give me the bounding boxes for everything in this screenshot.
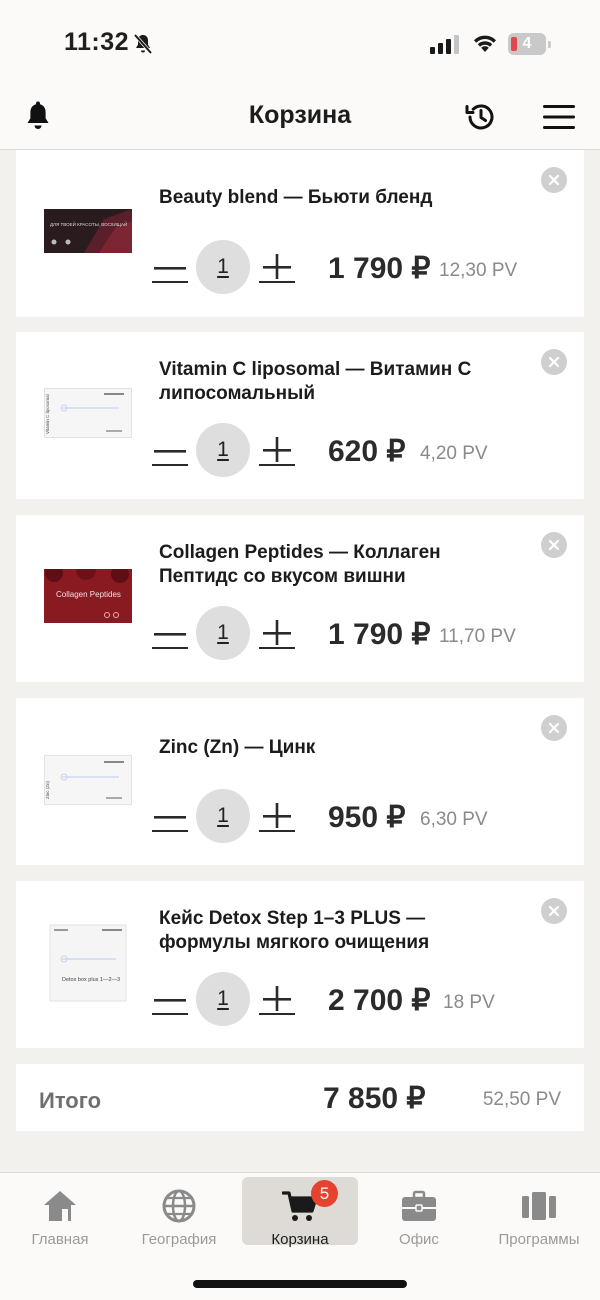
total-sum: 7 850 ₽ bbox=[323, 1082, 426, 1115]
home-indicator bbox=[193, 1280, 407, 1288]
product-image-text: Vitamin C liposomal bbox=[45, 394, 50, 434]
product-pv: 4,20 PV bbox=[420, 443, 488, 464]
decrease-quantity-button[interactable] bbox=[152, 254, 188, 284]
increase-quantity-button[interactable] bbox=[259, 437, 295, 467]
battery-level: 4 bbox=[522, 35, 532, 52]
remove-item-button[interactable] bbox=[541, 167, 567, 193]
quantity-value[interactable]: 1 bbox=[196, 423, 250, 477]
nav-item-geography[interactable]: География bbox=[121, 1177, 237, 1248]
globe-icon bbox=[162, 1189, 196, 1223]
quantity-value[interactable]: 1 bbox=[196, 972, 250, 1026]
programs-icon bbox=[522, 1192, 556, 1220]
product-image: Collagen Peptides bbox=[44, 569, 132, 623]
home-icon bbox=[44, 1191, 76, 1221]
product-pv: 12,30 PV bbox=[439, 260, 518, 281]
product-name[interactable]: Кейс Detox Step 1–3 PLUS — формулы мягко… bbox=[159, 907, 519, 955]
decrease-quantity-button[interactable] bbox=[152, 620, 188, 650]
product-price: 2 700 ₽ bbox=[328, 984, 431, 1017]
quantity-value[interactable]: 1 bbox=[196, 240, 250, 294]
page-title: Корзина bbox=[248, 101, 352, 129]
nav-label: Программы bbox=[498, 1231, 580, 1248]
briefcase-icon bbox=[402, 1190, 436, 1221]
cart-total: Итого 7 850 ₽ 52,50 PV bbox=[16, 1064, 584, 1131]
increase-quantity-button[interactable] bbox=[259, 986, 295, 1016]
product-name[interactable]: Vitamin C liposomal — Витамин С липосома… bbox=[159, 358, 519, 406]
product-image: Vitamin C liposomal bbox=[44, 388, 132, 438]
product-image-text: Detox box plus 1—2—3 bbox=[62, 977, 120, 983]
menu-icon[interactable] bbox=[542, 100, 576, 134]
nav-item-office[interactable]: Офис bbox=[361, 1177, 477, 1248]
app-header: Корзина bbox=[0, 86, 600, 150]
product-image-text: Collagen Peptides bbox=[56, 590, 121, 599]
remove-item-button[interactable] bbox=[541, 532, 567, 558]
nav-label: География bbox=[141, 1231, 217, 1248]
nav-item-cart[interactable]: 5 Корзина bbox=[242, 1177, 358, 1248]
product-price: 1 790 ₽ bbox=[328, 252, 431, 285]
product-price: 620 ₽ bbox=[328, 435, 406, 468]
bell-muted-icon bbox=[133, 33, 153, 55]
nav-label: Корзина bbox=[271, 1231, 329, 1248]
history-icon[interactable] bbox=[463, 100, 497, 134]
product-pv: 18 PV bbox=[443, 992, 495, 1013]
increase-quantity-button[interactable] bbox=[259, 254, 295, 284]
increase-quantity-button[interactable] bbox=[259, 620, 295, 650]
cart-item: Collagen Peptides Collagen Peptides — Ко… bbox=[16, 515, 584, 682]
nav-item-home[interactable]: Главная bbox=[2, 1177, 118, 1248]
product-image: Zinc (Zn) bbox=[44, 755, 132, 805]
cart-count-badge: 5 bbox=[311, 1180, 338, 1207]
cart-item: Zinc (Zn) Zinc (Zn) — Цинк 1 950 ₽ 6,30 … bbox=[16, 698, 584, 865]
cellular-signal-icon bbox=[430, 35, 459, 54]
close-icon bbox=[548, 539, 560, 551]
increase-quantity-button[interactable] bbox=[259, 803, 295, 833]
product-pv: 11,70 PV bbox=[439, 626, 516, 647]
status-time: 11:32 bbox=[64, 28, 130, 56]
close-icon bbox=[548, 174, 560, 186]
nav-label: Офис bbox=[399, 1231, 439, 1248]
remove-item-button[interactable] bbox=[541, 349, 567, 375]
wifi-icon bbox=[474, 35, 496, 52]
product-name[interactable]: Collagen Peptides — Коллаген Пептидс со … bbox=[159, 541, 519, 589]
product-image: ДЛЯ ТВОЕЙ КРАСОТЫ, ВОСХИЩАЙ bbox=[44, 209, 132, 253]
product-price: 1 790 ₽ bbox=[328, 618, 431, 651]
quantity-value[interactable]: 1 bbox=[196, 789, 250, 843]
remove-item-button[interactable] bbox=[541, 715, 567, 741]
cart-item: ДЛЯ ТВОЕЙ КРАСОТЫ, ВОСХИЩАЙ Beauty blend… bbox=[16, 150, 584, 317]
product-price: 950 ₽ bbox=[328, 801, 406, 834]
decrease-quantity-button[interactable] bbox=[152, 986, 188, 1016]
remove-item-button[interactable] bbox=[541, 898, 567, 924]
product-name[interactable]: Zinc (Zn) — Цинк bbox=[159, 736, 519, 760]
close-icon bbox=[548, 722, 560, 734]
battery-icon: 4 bbox=[508, 33, 551, 55]
quantity-value[interactable]: 1 bbox=[196, 606, 250, 660]
product-name[interactable]: Beauty blend — Бьюти бленд bbox=[159, 186, 519, 210]
nav-item-programs[interactable]: Программы bbox=[481, 1177, 597, 1248]
total-label: Итого bbox=[39, 1088, 102, 1113]
cart-item: Vitamin C liposomal Vitamin C liposomal … bbox=[16, 332, 584, 499]
cart-item: Detox box plus 1—2—3 Кейс Detox Step 1–3… bbox=[16, 881, 584, 1048]
total-pv: 52,50 PV bbox=[482, 1089, 561, 1110]
decrease-quantity-button[interactable] bbox=[152, 437, 188, 467]
close-icon bbox=[548, 356, 560, 368]
product-image-text: ДЛЯ ТВОЕЙ КРАСОТЫ, ВОСХИЩАЙ bbox=[50, 220, 127, 227]
product-pv: 6,30 PV bbox=[420, 809, 488, 830]
status-bar: 11:32 4 bbox=[0, 0, 600, 86]
nav-label: Главная bbox=[31, 1231, 89, 1248]
product-image: Detox box plus 1—2—3 bbox=[49, 924, 127, 1002]
decrease-quantity-button[interactable] bbox=[152, 803, 188, 833]
close-icon bbox=[548, 905, 560, 917]
product-image-text: Zinc (Zn) bbox=[45, 780, 50, 799]
